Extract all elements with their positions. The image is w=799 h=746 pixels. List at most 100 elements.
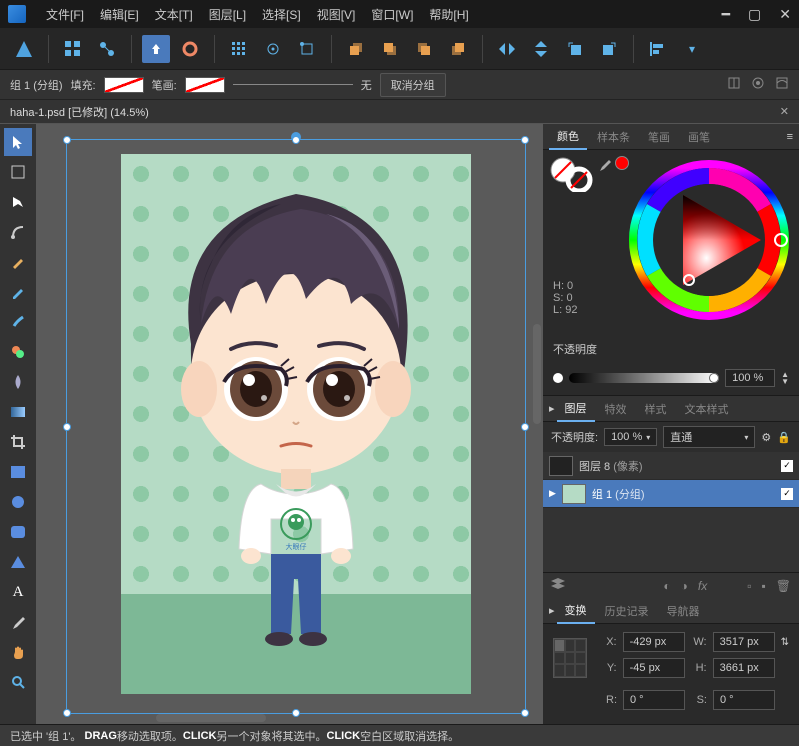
close-icon[interactable]: ✕ [779, 6, 791, 23]
horizontal-scrollbar[interactable] [156, 714, 266, 722]
tab-history[interactable]: 历史记录 [597, 599, 657, 623]
node-tool[interactable] [4, 188, 32, 216]
gear-icon[interactable]: ⚙ [761, 431, 771, 444]
move-backward-icon[interactable] [410, 35, 438, 63]
app-icon[interactable] [10, 35, 38, 63]
layer-row[interactable]: 图层 8 (像素) ✓ [543, 452, 799, 480]
minimize-icon[interactable]: ━ [722, 6, 730, 23]
tab-swatches[interactable]: 样本条 [589, 125, 638, 149]
reset-box-icon[interactable] [775, 76, 789, 93]
menu-view[interactable]: 视图[V] [309, 6, 364, 23]
tab-layers[interactable]: 图层 [557, 396, 595, 422]
layer-opacity-input[interactable]: 100 %▾ [604, 428, 657, 446]
menu-text[interactable]: 文本[T] [147, 6, 201, 23]
grid-icon[interactable] [225, 35, 253, 63]
align-left-icon[interactable] [644, 35, 672, 63]
tab-stroke[interactable]: 笔画 [640, 125, 678, 149]
blend-mode-select[interactable]: 直通▾ [663, 426, 755, 448]
anchor-grid[interactable] [553, 638, 587, 678]
panel-menu-icon[interactable]: ≡ [787, 131, 793, 143]
document-tab[interactable]: haha-1.psd [已修改] (14.5%) ✕ [0, 100, 799, 124]
eyedropper-icon[interactable] [599, 158, 611, 176]
h-input[interactable]: 3661 px [713, 658, 775, 678]
tab-brush[interactable]: 画笔 [680, 125, 718, 149]
show-rotation-icon[interactable] [751, 76, 765, 93]
fx-icon[interactable]: fx [698, 579, 707, 593]
pencil-tool[interactable] [4, 278, 32, 306]
flip-v-icon[interactable] [527, 35, 555, 63]
fill-swatch[interactable] [104, 77, 144, 93]
assets-icon[interactable] [59, 35, 87, 63]
handle-n[interactable] [292, 136, 300, 144]
stepper-icon[interactable]: ▲▼ [781, 371, 789, 385]
gradient-tool[interactable] [4, 398, 32, 426]
move-tool[interactable] [4, 128, 32, 156]
lock-children-icon[interactable] [727, 76, 741, 93]
canvas-viewport[interactable]: 大眼仔 [36, 124, 543, 724]
color-wheel[interactable] [629, 160, 789, 320]
add-pixel-icon[interactable]: ▪ [762, 579, 766, 593]
upload-icon[interactable] [142, 35, 170, 63]
brush-tool[interactable] [4, 308, 32, 336]
maximize-icon[interactable]: ▢ [748, 6, 761, 23]
tab-close-icon[interactable]: ✕ [780, 105, 789, 118]
visibility-checkbox[interactable]: ✓ [781, 460, 793, 472]
transform-panel-toggle-icon[interactable]: ▸ [549, 604, 555, 617]
layer-panel-toggle-icon[interactable]: ▸ [549, 402, 555, 415]
menu-window[interactable]: 窗口[W] [363, 6, 421, 23]
hand-tool[interactable] [4, 638, 32, 666]
rotate-ccw-icon[interactable] [561, 35, 589, 63]
selection-bounds[interactable] [66, 139, 526, 714]
tab-navigator[interactable]: 导航器 [659, 599, 708, 623]
ungroup-button[interactable]: 取消分组 [380, 73, 446, 97]
crop-tool[interactable] [4, 428, 32, 456]
palette-icon[interactable] [176, 35, 204, 63]
handle-e[interactable] [521, 423, 529, 431]
snap-icon[interactable] [259, 35, 287, 63]
handle-se[interactable] [521, 709, 529, 717]
move-forward-icon[interactable] [376, 35, 404, 63]
chevron-down-icon[interactable]: ▾ [678, 35, 706, 63]
r-input[interactable]: 0 ° [623, 690, 685, 710]
vertical-scrollbar[interactable] [533, 324, 541, 424]
rounded-rect-tool[interactable] [4, 518, 32, 546]
tab-fx[interactable]: 特效 [597, 397, 635, 421]
menu-file[interactable]: 文件[F] [38, 6, 92, 23]
handle-sw[interactable] [63, 709, 71, 717]
transparency-tool[interactable] [4, 368, 32, 396]
expand-icon[interactable]: ▶ [549, 488, 556, 499]
stroke-width-slider[interactable] [233, 77, 353, 93]
zoom-tool[interactable] [4, 668, 32, 696]
tab-text-styles[interactable]: 文本样式 [677, 397, 737, 421]
y-input[interactable]: -45 px [623, 658, 685, 678]
tab-styles[interactable]: 样式 [637, 397, 675, 421]
mask-icon[interactable]: ◐ [663, 579, 670, 593]
last-color-icon[interactable] [615, 156, 629, 170]
menu-layer[interactable]: 图层[L] [201, 6, 254, 23]
ellipse-tool[interactable] [4, 488, 32, 516]
move-front-icon[interactable] [342, 35, 370, 63]
link-wh-icon[interactable]: ⇅ [781, 637, 789, 648]
artboard-tool[interactable] [4, 158, 32, 186]
move-back-icon[interactable] [444, 35, 472, 63]
lock-icon[interactable]: 🔒 [777, 431, 791, 444]
rotate-cw-icon[interactable] [595, 35, 623, 63]
handle-w[interactable] [63, 423, 71, 431]
layer-row[interactable]: ▶ 组 1 (分组) ✓ [543, 480, 799, 508]
text-tool[interactable]: A [4, 578, 32, 606]
fill-tool[interactable] [4, 338, 32, 366]
w-input[interactable]: 3517 px [713, 632, 775, 652]
layers-stack-icon[interactable] [551, 578, 565, 593]
snap-corner-icon[interactable] [293, 35, 321, 63]
triangle-tool[interactable] [4, 548, 32, 576]
eyedropper-tool[interactable] [4, 608, 32, 636]
rectangle-tool[interactable] [4, 458, 32, 486]
menu-edit[interactable]: 编辑[E] [92, 6, 147, 23]
constraint-icon[interactable] [93, 35, 121, 63]
menu-help[interactable]: 帮助[H] [421, 6, 476, 23]
handle-s[interactable] [292, 709, 300, 717]
add-layer-icon[interactable]: ▫ [747, 579, 751, 593]
opacity-input[interactable]: 100 % [725, 369, 775, 387]
s-input[interactable]: 0 ° [713, 690, 775, 710]
tab-color[interactable]: 颜色 [549, 124, 587, 150]
